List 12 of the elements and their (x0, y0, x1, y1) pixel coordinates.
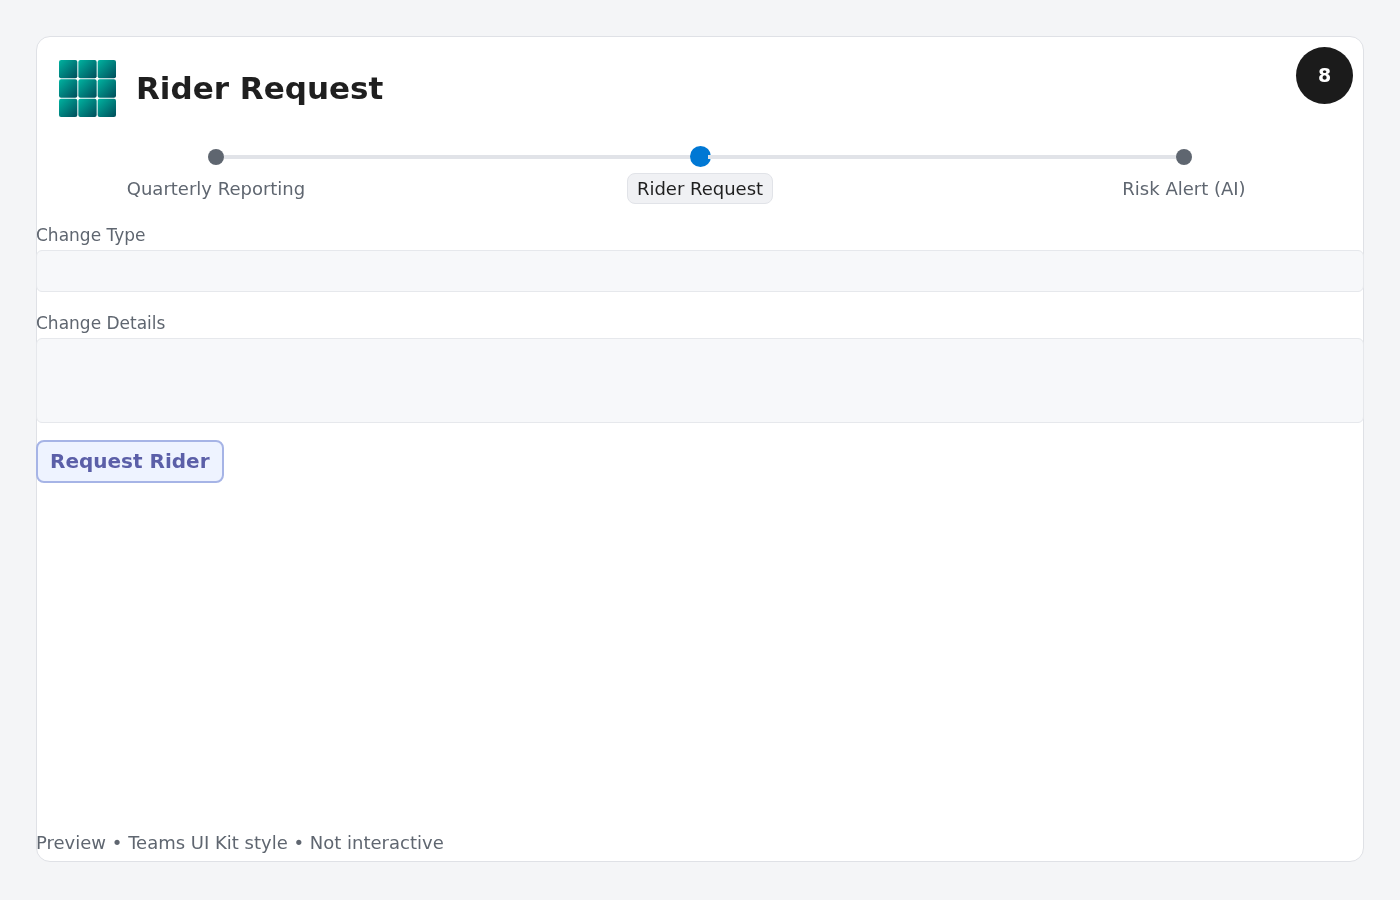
field-label: Change Type (36, 225, 147, 245)
text-area[interactable] (36, 338, 1364, 423)
step-label[interactable]: Risk Alert (AI) (1112, 173, 1256, 204)
step-label[interactable]: Rider Request (626, 173, 774, 204)
field-label: Change Details (36, 313, 167, 333)
footer-note: Preview • Teams UI Kit style • Not interactive (36, 832, 445, 853)
text-field[interactable] (36, 250, 1364, 292)
step-label[interactable]: Quarterly Reporting (116, 173, 316, 204)
page-title: Rider Request (136, 70, 385, 106)
grid-icon (59, 59, 116, 117)
request-button[interactable]: Request Rider (36, 440, 224, 483)
count-badge: 8 (1296, 46, 1353, 104)
